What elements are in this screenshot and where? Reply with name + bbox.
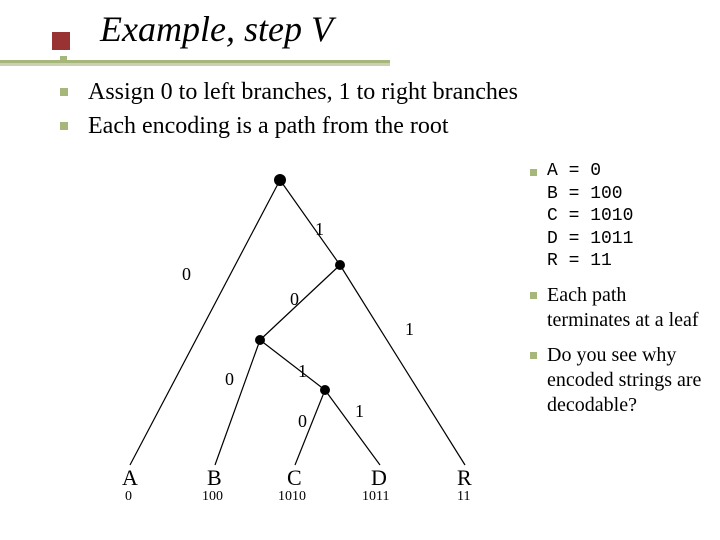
bullet-item: Each encoding is a path from the root	[60, 112, 518, 140]
title-underline-shadow	[0, 63, 390, 66]
edge-label: 0	[225, 369, 234, 389]
bullet-text: Each encoding is a path from the root	[88, 113, 449, 139]
leaf-code: 0	[125, 489, 132, 500]
main-bullets: Assign 0 to left branches, 1 to right br…	[60, 78, 518, 146]
leaf-code: 11	[457, 489, 470, 500]
bullet-item: Assign 0 to left branches, 1 to right br…	[60, 78, 518, 106]
right-bullet-item: A = 0 B = 100 C = 1010 D = 1011 R = 11	[530, 160, 710, 273]
leaf-label: A	[122, 465, 138, 490]
right-bullet-item: Each path terminates at a leaf	[530, 283, 710, 333]
edge-label: 1	[405, 319, 414, 339]
bullet-icon	[60, 88, 68, 96]
bullet-icon	[530, 292, 537, 299]
leaf-label: R	[457, 465, 472, 490]
leaf-code: 100	[202, 489, 223, 500]
leaf-labels: A 0 B 100 C 1010 D 1011 R 11	[122, 465, 472, 500]
code-list: A = 0 B = 100 C = 1010 D = 1011 R = 11	[547, 160, 710, 273]
right-bullet-item: Do you see why encoded strings are decod…	[530, 343, 710, 418]
leaf-label: B	[207, 465, 222, 490]
leaf-label: C	[287, 465, 302, 490]
edge-label: 1	[315, 219, 324, 239]
code-line: C = 1010	[547, 205, 710, 228]
right-bullet-text: Do you see why encoded strings are decod…	[547, 343, 710, 418]
code-line: B = 100	[547, 183, 710, 206]
edge-label: 1	[355, 401, 364, 421]
edge-label: 0	[182, 264, 191, 284]
edge-labels: 0 1 0 1 0 1 0 1	[182, 219, 414, 431]
slide-title: Example, step V	[100, 8, 333, 50]
slide: Example, step V Assign 0 to left branche…	[0, 0, 720, 540]
leaf-code: 1011	[362, 489, 389, 500]
leaf-code: 1010	[278, 489, 306, 500]
edge-label: 1	[298, 361, 307, 381]
bullet-text: Assign 0 to left branches, 1 to right br…	[88, 79, 518, 105]
code-line: R = 11	[547, 250, 710, 273]
edge-label: 0	[290, 289, 299, 309]
bullet-icon	[60, 122, 68, 130]
edge-label: 0	[298, 411, 307, 431]
right-bullet-text: Each path terminates at a leaf	[547, 283, 710, 333]
leaf-label: D	[371, 465, 387, 490]
accent-square-icon	[52, 32, 70, 50]
right-bullets: A = 0 B = 100 C = 1010 D = 1011 R = 11 E…	[530, 160, 710, 428]
bullet-icon	[530, 352, 537, 359]
tree-diagram: 0 1 0 1 0 1 0 1 A 0 B 100 C 1010 D 1011 …	[100, 165, 510, 500]
bullet-icon	[530, 169, 537, 176]
code-line: A = 0	[547, 160, 710, 183]
code-line: D = 1011	[547, 228, 710, 251]
